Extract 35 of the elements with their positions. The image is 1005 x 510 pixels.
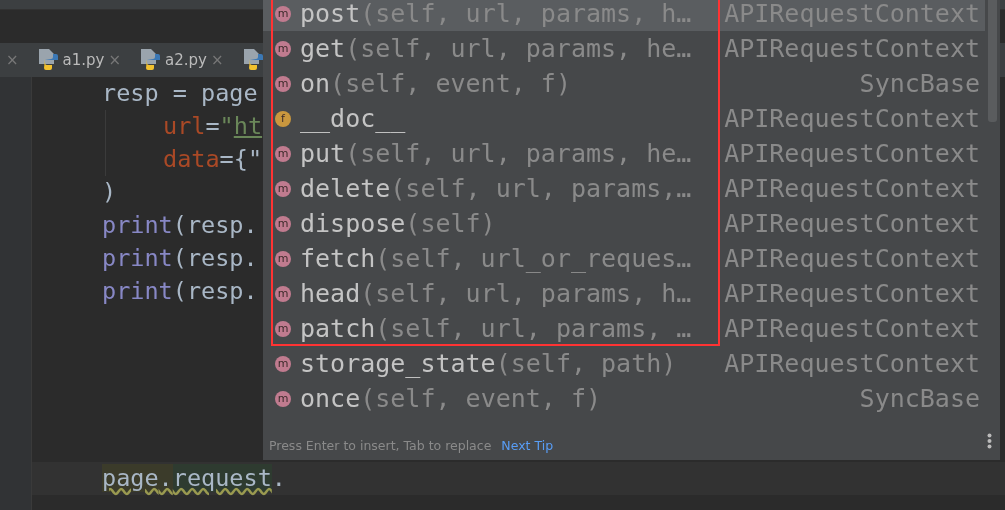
method-icon: m [275,75,291,92]
python-file-icon [36,48,59,72]
method-icon: m [275,5,291,22]
completion-item[interactable]: m once(self, event, f) SyncBase [263,381,985,416]
method-icon: m [275,145,291,162]
completion-item[interactable]: m dispose(self) APIRequestContext [263,206,985,241]
completion-item[interactable]: m delete(self, url, params,… APIRequestContext [263,171,985,206]
completion-item[interactable]: m fetch(self, url_or_reques… APIRequestContext [263,241,985,276]
python-file-icon [139,48,162,72]
method-icon: m [275,390,291,407]
code-line: print(resp. [102,210,258,241]
field-icon: f [275,110,291,127]
method-icon: m [275,285,291,302]
completion-item[interactable]: m put(self, url, params, he… APIRequestContext [263,136,985,171]
method-icon: m [275,180,291,197]
tab-label: a2.py [165,49,207,71]
tab-label: a1.py [62,49,105,71]
code-line: ) [102,177,117,208]
completion-item[interactable]: m patch(self, url, params, … APIRequestContext [263,311,985,346]
next-tip-link[interactable]: Next Tip [501,436,554,456]
code-line: print(resp. [102,276,258,307]
method-icon: m [275,355,291,372]
completion-item[interactable]: m head(self, url, params, h… APIRequestContext [263,276,985,311]
python-file-icon [241,48,264,72]
method-icon: m [275,215,291,232]
method-icon: m [275,40,291,57]
hint-text: Press Enter to insert, Tab to replace [269,436,492,455]
completion-item[interactable]: m get(self, url, params, he… APIRequestContext [263,31,985,66]
method-icon: m [275,320,291,337]
completion-item[interactable]: m on(self, event, f) SyncBase [263,66,985,101]
method-icon: m [275,250,291,267]
code-line: print(resp. [102,243,258,274]
completion-item[interactable]: f __doc__ APIRequestContext [263,101,985,136]
completion-item[interactable]: m storage_state(self, path) APIRequestContext [263,346,985,381]
code-line: resp = page [102,78,258,109]
